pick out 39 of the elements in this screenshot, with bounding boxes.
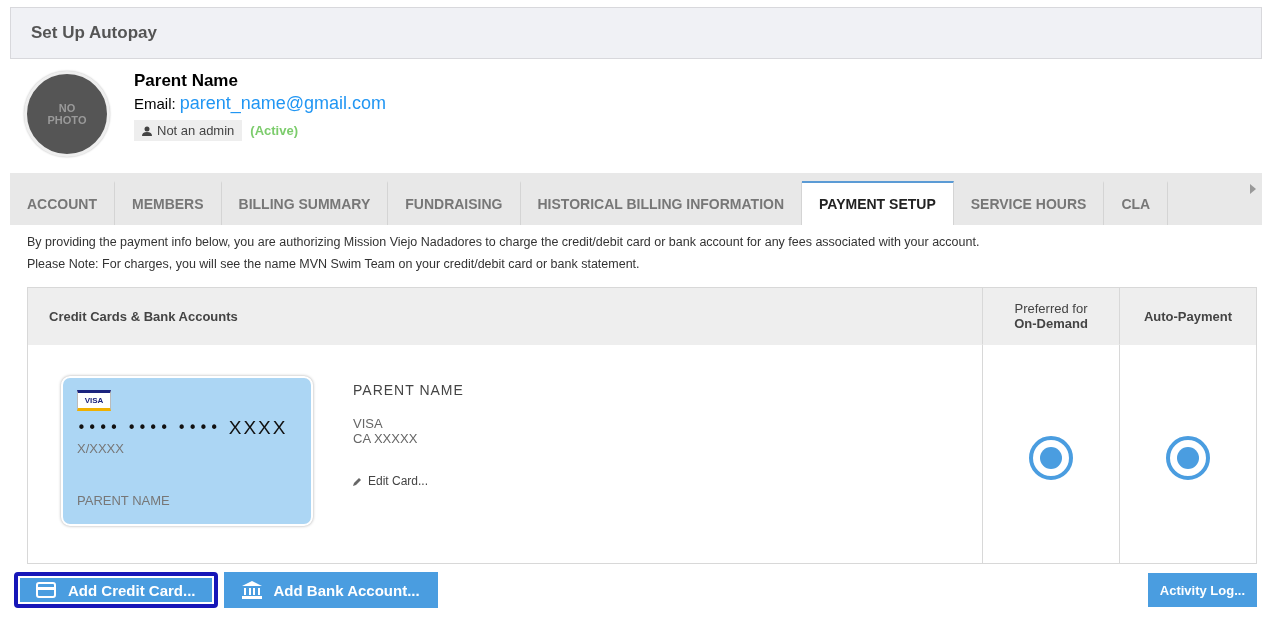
tab[interactable]: ACCOUNT <box>10 181 115 225</box>
parent-name: Parent Name <box>134 71 239 91</box>
column-header: Preferred for On-Demand <box>1014 301 1088 331</box>
status-label: (Active) <box>250 123 298 138</box>
action-button[interactable]: Add Bank Account... <box>223 572 438 608</box>
account-owner: PARENT NAME <box>353 382 464 398</box>
avatar-text: PHOTO <box>47 114 87 127</box>
edit-card-link[interactable]: Edit Card... <box>353 474 464 488</box>
tab[interactable]: SERVICE HOURS <box>953 181 1105 225</box>
card-last-digits: XXXX <box>228 417 288 439</box>
page-title: Set Up Autopay <box>31 23 157 43</box>
tab[interactable]: CLA <box>1104 181 1169 225</box>
email-link[interactable]: parent_name@gmail.com <box>179 93 387 114</box>
tab[interactable]: MEMBERS <box>115 181 222 225</box>
email-label: Email: <box>134 95 176 112</box>
card-detail: CA XXXXX <box>353 431 419 446</box>
card-expiry: X/XXXX <box>77 441 125 456</box>
credit-card-icon <box>36 582 56 598</box>
column-header: Credit Cards & Bank Accounts <box>49 308 238 324</box>
column-header: Auto-Payment <box>1143 308 1233 324</box>
card-holder: PARENT NAME <box>77 493 171 508</box>
notice-text: Please Note: For charges, you will see the name MVN Swim Team on your credit/debit card or bank statement. <box>27 257 641 271</box>
tab[interactable]: BILLING SUMMARY <box>221 181 389 225</box>
notice-text: By providing the payment info below, you are authorizing Mission Viejo Nadadores to charge the credit/debit card or bank account for any fees associated with your account. <box>27 235 981 249</box>
card-number-mask: •••• •••• •••• <box>77 419 221 437</box>
action-button[interactable]: Activity Log... <box>1147 573 1257 607</box>
tab[interactable]: FUNDRAISING <box>388 181 521 225</box>
card-brand: VISA <box>353 416 384 431</box>
scroll-right-icon[interactable] <box>1248 183 1258 195</box>
avatar-text: NO <box>58 101 76 114</box>
bank-icon <box>241 581 262 599</box>
action-button[interactable]: Add Credit Card... <box>14 572 218 608</box>
person-icon <box>142 125 152 136</box>
role-badge: Not an admin <box>134 120 243 141</box>
tab[interactable]: PAYMENT SETUP <box>802 181 954 225</box>
card-logo: VISA <box>77 390 111 411</box>
pencil-icon <box>353 476 362 486</box>
radio-button[interactable] <box>1029 436 1073 480</box>
radio-button[interactable] <box>1166 436 1210 480</box>
